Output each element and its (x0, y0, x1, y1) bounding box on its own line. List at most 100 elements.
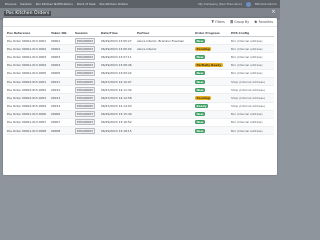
cell-order-progress: New (194, 118, 230, 128)
config-label: Shop (Internal address) (231, 95, 265, 100)
groupby-button[interactable]: Group By (230, 20, 249, 24)
config-label: Bar (Internal address) (231, 71, 263, 76)
cell-datetime: 06/29/2023 13:18:15 (100, 126, 136, 136)
cell-token-text: 00006 (51, 112, 61, 117)
table-row[interactable]: Pos Order 00002-015-0003 00013 POS/00005 06… (6, 93, 274, 103)
cell-pos-reference: Pos Order 00002-015-0003 (6, 93, 50, 103)
cell-datetime: 06/27/2023 14:10:07 (100, 77, 136, 87)
cell-datetime-text: 06/29/2023 13:06:04 (101, 46, 132, 51)
close-icon[interactable]: × (271, 10, 276, 15)
table-row[interactable]: Pos Order 00002-015-0004 00014 POS/00005 06… (6, 102, 274, 111)
cell-pos-reference: Pos Order 00002-015-0001 (6, 77, 50, 87)
cell-session: POS/00003 (74, 110, 100, 119)
menu-item-kanban[interactable]: Kanban (20, 2, 31, 6)
cell-token-text: 00001 (51, 38, 61, 43)
table-row[interactable]: Pos Order 00001-013-0003 00003 POS/00003 06… (6, 52, 274, 62)
favorites-button[interactable]: Favorites (254, 20, 273, 24)
session-tag: POS/00005 (75, 86, 96, 93)
cell-token: 00008 (50, 126, 74, 136)
cell-order-progress: New (194, 36, 230, 46)
cell-pos-reference: Pos Order 00002-015-0004 (6, 102, 50, 111)
table-row[interactable]: Pos Order 00001-013-0002 00002 POS/00003 06… (6, 44, 274, 54)
config-label: Bar (Internal address) (231, 46, 263, 51)
menu-item-kitchen-notifications[interactable]: Pos Kitchen Notifications (36, 2, 73, 6)
status-badge: New (195, 54, 206, 59)
cell-datetime: 06/27/2023 14:12:58 (100, 93, 136, 103)
cell-datetime: 06/29/2023 13:05:27 (100, 36, 136, 46)
cell-pos-reference: Pos Order 00001-013-0001 (6, 36, 50, 46)
cell-token-text: 00014 (51, 104, 61, 109)
session-tag: POS/00003 (75, 62, 96, 69)
cell-pos-config: Shop (Internal address) (230, 85, 274, 95)
cell-pos-reference-text: Pos Order 00002-015-0001 (7, 79, 47, 84)
cell-datetime: 06/29/2023 13:07:11 (100, 52, 136, 62)
cell-pos-config: Shop (Internal address) (230, 102, 274, 111)
cell-pos-reference: Pos Order 00001-013-0007 (6, 118, 50, 128)
cell-token-text: 00004 (51, 63, 61, 68)
menu-item-point-of-sale[interactable]: Point of Sale (77, 2, 96, 6)
cell-pos-config: Bar (Internal address) (230, 126, 274, 136)
cell-pos-config: Bar (Internal address) (230, 52, 274, 62)
cell-token: 00001 (50, 36, 74, 46)
menu-item-kitchen-orders[interactable]: Pos Kitchen Orders (99, 2, 127, 6)
avatar[interactable] (245, 1, 251, 7)
cell-partner (136, 93, 194, 103)
cell-order-progress: Pending (194, 44, 230, 54)
session-tag: POS/00003 (75, 53, 96, 60)
cell-pos-reference: Pos Order 00001-013-0006 (6, 110, 50, 119)
table-row[interactable]: Pos Order 00001-013-0004 00004 POS/00003 06… (6, 61, 274, 70)
cell-partner (136, 110, 194, 119)
session-tag: POS/00005 (75, 94, 96, 101)
table-row[interactable]: Pos Order 00002-015-0002 00012 POS/00005 06… (6, 85, 274, 95)
star-icon (254, 20, 258, 24)
company-switcher[interactable]: My Company (San Francisco) (198, 2, 242, 6)
cell-datetime-text: 06/27/2023 14:12:58 (101, 95, 132, 100)
cell-pos-reference-text: Pos Order 00001-013-0002 (7, 46, 47, 51)
cell-partner: Azure Interior, Brandon Freeman (136, 36, 194, 46)
cell-order-progress: New (194, 126, 230, 136)
cell-session: POS/00005 (74, 85, 100, 95)
menu-item-discuss[interactable]: Discuss (5, 2, 16, 6)
table-row[interactable]: Pos Order 00001-013-0008 00008 POS/00003 06… (6, 126, 274, 136)
cell-partner-text: Azure Interior, Brandon Freeman (137, 38, 185, 43)
table-row[interactable]: Pos Order 00001-013-0007 00007 POS/00003 06… (6, 118, 274, 128)
cell-pos-reference-text: Pos Order 00001-013-0004 (7, 63, 47, 68)
page-title: Pos Kitchen Orders (4, 11, 52, 16)
filter-icon (211, 20, 214, 24)
cell-order-progress: Ready (194, 102, 230, 111)
status-badge: Pending (195, 95, 212, 100)
cell-session: POS/00005 (74, 102, 100, 111)
cell-token: 00012 (50, 85, 74, 95)
status-badge: New (195, 87, 206, 92)
cell-datetime-text: 06/29/2023 13:16:52 (101, 120, 132, 125)
table-body: Pos Order 00001-013-0001 00001 POS/00003 06… (6, 36, 274, 136)
cell-token-text: 00012 (51, 87, 61, 92)
table-row[interactable]: Pos Order 00001-013-0006 00006 POS/00003 06… (6, 110, 274, 119)
table-row[interactable]: Pos Order 00001-013-0005 00005 POS/00003 06… (6, 69, 274, 78)
cell-partner (136, 69, 194, 78)
cell-datetime-text: 06/27/2023 14:14:03 (101, 104, 132, 109)
session-tag: POS/00005 (75, 78, 96, 85)
table-row[interactable]: Pos Order 00001-013-0001 00001 POS/00003 06… (6, 36, 274, 46)
status-badge: New (195, 112, 206, 117)
filters-button[interactable]: Filters (211, 20, 225, 24)
cell-datetime-text: 06/29/2023 13:05:27 (101, 38, 132, 43)
cell-pos-reference-text: Pos Order 00002-015-0003 (7, 95, 47, 100)
cell-datetime-text: 06/29/2023 13:09:22 (101, 71, 132, 76)
cell-order-progress: New (194, 77, 230, 87)
cell-pos-reference-text: Pos Order 00001-013-0005 (7, 71, 47, 76)
cell-datetime-text: 06/27/2023 14:10:07 (101, 79, 132, 84)
cell-token: 00004 (50, 61, 74, 70)
user-menu[interactable]: Mitchell Admin (255, 2, 277, 6)
session-tag: POS/00005 (75, 103, 96, 110)
cell-token: 00002 (50, 44, 74, 54)
session-tag: POS/00003 (75, 70, 96, 77)
table-row[interactable]: Pos Order 00002-015-0001 00011 POS/00005 06… (6, 77, 274, 87)
session-tag: POS/00003 (75, 37, 96, 44)
cell-token: 00013 (50, 93, 74, 103)
cell-pos-reference: Pos Order 00002-015-0002 (6, 85, 50, 95)
cell-session: POS/00005 (74, 77, 100, 87)
cell-session: POS/00005 (74, 93, 100, 103)
filters-label: Filters (215, 20, 225, 24)
cell-session: POS/00003 (74, 52, 100, 62)
